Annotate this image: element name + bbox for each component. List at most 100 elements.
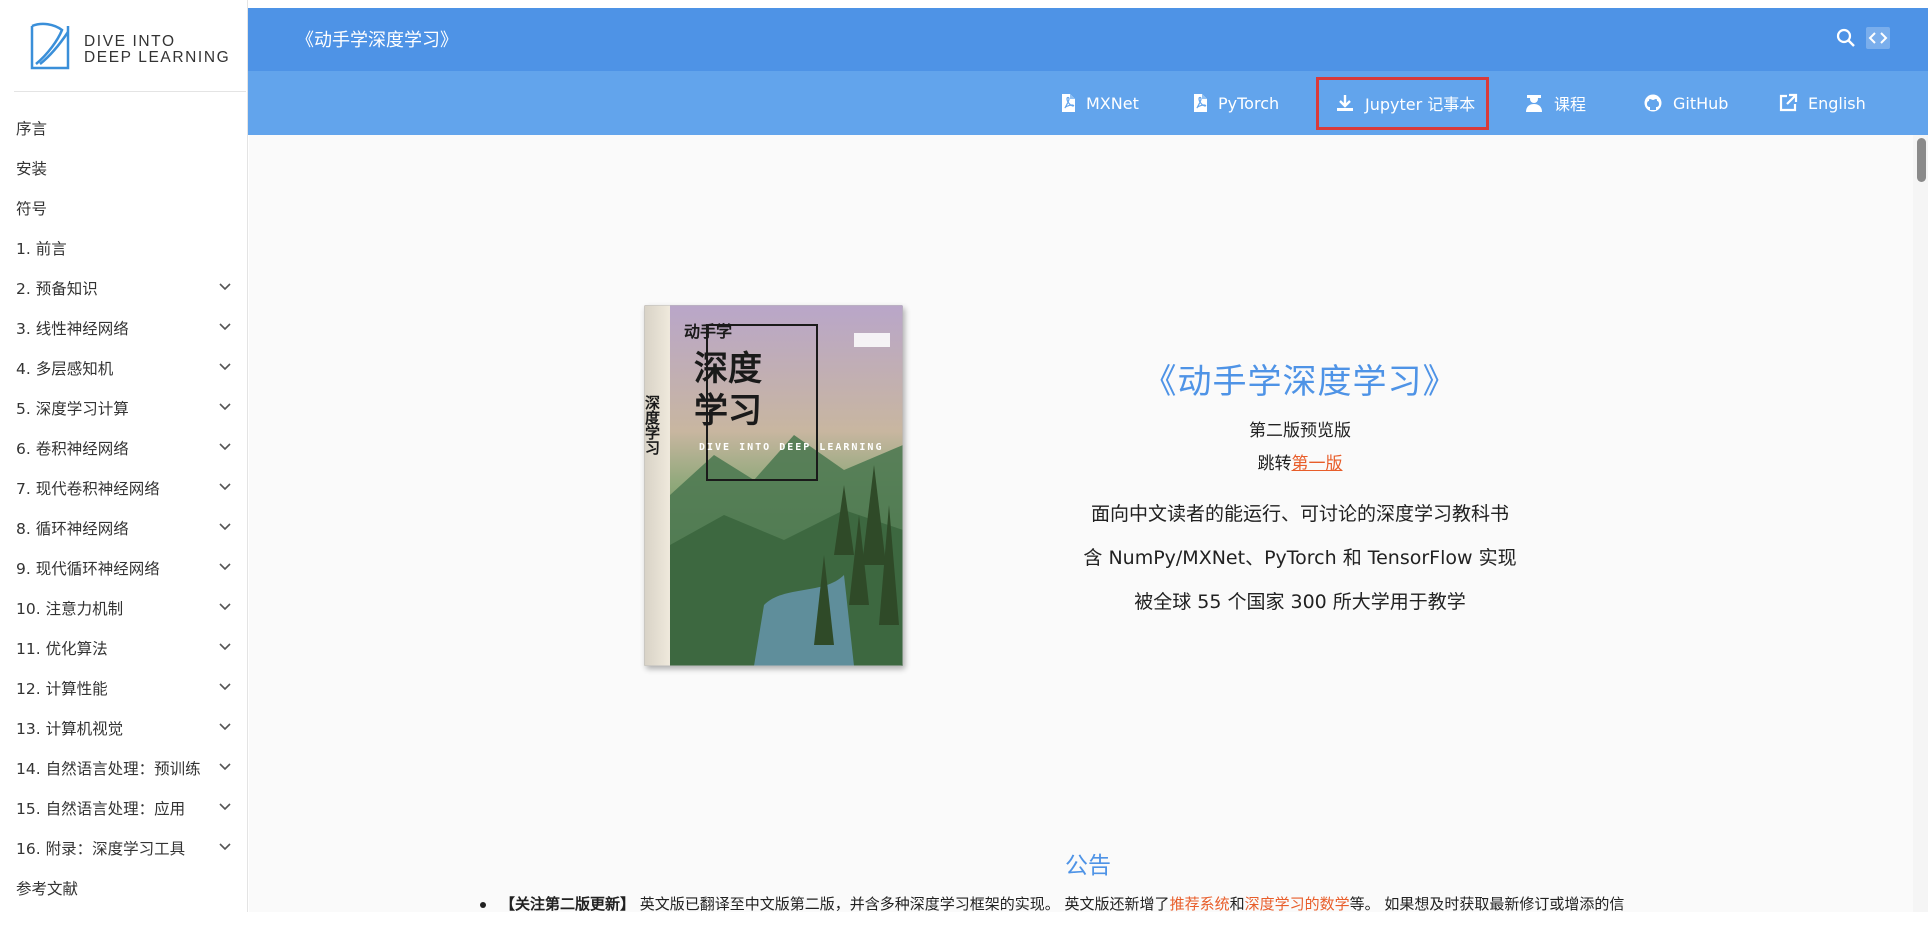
header-nav-label: Jupyter 记事本: [1365, 95, 1476, 114]
sidebar-item[interactable]: 6. 卷积神经网络: [0, 428, 248, 468]
sidebar-item-label: 6. 卷积神经网络: [16, 440, 129, 458]
hero-edition: 第二版预览版: [1249, 421, 1351, 441]
jump-prefix: 跳转: [1257, 454, 1292, 474]
code-toggle-icon[interactable]: [1866, 27, 1890, 49]
header-nav-item[interactable]: MXNet: [1060, 71, 1139, 135]
sidebar-item[interactable]: 2. 预备知识: [0, 268, 248, 308]
notice-text-2: 和: [1229, 895, 1245, 913]
bullet-icon: [480, 901, 486, 908]
sidebar-nav: 序言安装符号 1. 前言 2. 预备知识 3. 线性神经网络 4. 多层感知机 5. 深度…: [0, 108, 248, 908]
header-nav-item[interactable]: 课程: [1524, 71, 1586, 135]
sidebar-item-label: 14. 自然语言处理：预训练: [16, 760, 201, 778]
sidebar-item-label: 2. 预备知识: [16, 280, 98, 298]
sidebar-item-label: 序言: [16, 120, 48, 138]
cover-spine: 深度学习: [644, 394, 661, 456]
chevron-down-icon[interactable]: [218, 840, 232, 854]
sidebar-item-label: 11. 优化算法: [16, 640, 108, 658]
logo-line-1: DIVE INTO: [84, 33, 176, 50]
hero-title: 《动手学深度学习》: [1142, 362, 1458, 402]
book-logo-icon: [30, 22, 70, 70]
header-nav-label: PyTorch: [1218, 93, 1280, 113]
sidebar-item-label: 3. 线性神经网络: [16, 320, 129, 338]
notice-item: 【关注第二版更新】 英文版已翻译至中文版第二版，并含多种深度学习框架的实现。 英…: [480, 893, 1880, 914]
download-icon: [1335, 93, 1365, 113]
cover-title-line2: 学习: [694, 391, 762, 431]
hero-jump: 跳转第一版: [1000, 449, 1600, 474]
hero-adoption: 被全球 55 个国家 300 所大学用于教学: [1134, 591, 1466, 613]
chevron-down-icon[interactable]: [218, 640, 232, 654]
math-link[interactable]: 深度学习的数学: [1245, 895, 1350, 913]
header-nav: MXNet PyTorch Jupyter 记事本 课程 GitHub English: [248, 71, 1928, 135]
header-nav-label: MXNet: [1086, 93, 1139, 113]
sidebar-item-label: 7. 现代卷积神经网络: [16, 480, 160, 498]
sidebar-item[interactable]: 安装: [0, 148, 248, 188]
header-nav-item[interactable]: Jupyter 记事本: [1335, 71, 1475, 135]
book-cover-image: 动手学 深度 学习 深度学习 DIVE INTO DEEP LEARNING: [644, 305, 903, 666]
header-nav-item[interactable]: English: [1778, 71, 1866, 135]
sidebar-item[interactable]: 符号: [0, 188, 248, 228]
scrollbar-track[interactable]: [1913, 135, 1928, 912]
sidebar-item[interactable]: 序言: [0, 108, 248, 148]
hero-description: 面向中文读者的能运行、可讨论的深度学习教科书: [1090, 503, 1509, 525]
sidebar-item-label: 13. 计算机视觉: [16, 720, 124, 738]
cover-brand: 动手学: [684, 322, 732, 341]
chevron-down-icon[interactable]: [218, 680, 232, 694]
sidebar-item-label: 12. 计算性能: [16, 680, 108, 698]
sidebar-item[interactable]: 3. 线性神经网络: [0, 308, 248, 348]
header-nav-item[interactable]: PyTorch: [1192, 71, 1279, 135]
scrollbar-thumb[interactable]: [1917, 138, 1926, 182]
notice-text-1: 英文版已翻译至中文版第二版，并含多种深度学习框架的实现。 英文版还新增了: [635, 895, 1170, 913]
sidebar-item-label: 9. 现代循环神经网络: [16, 560, 160, 578]
sidebar-item[interactable]: 5. 深度学习计算: [0, 388, 248, 428]
teacher-icon: [1524, 93, 1554, 113]
chevron-down-icon[interactable]: [218, 320, 232, 334]
sidebar-item[interactable]: 11. 优化算法: [0, 628, 248, 668]
search-icon[interactable]: [1834, 26, 1858, 50]
hero-section: 《动手学深度学习》 第二版预览版 跳转第一版 面向中文读者的能运行、可讨论的深度…: [1000, 360, 1600, 624]
external-link-icon: [1778, 93, 1808, 113]
page-title[interactable]: 《动手学深度学习》: [296, 26, 458, 52]
sidebar-item[interactable]: 13. 计算机视觉: [0, 708, 248, 748]
book-cover-art: 动手学 深度 学习 深度学习 DIVE INTO DEEP LEARNING: [644, 305, 903, 666]
sidebar-item[interactable]: 8. 循环神经网络: [0, 508, 248, 548]
logo-line-2: DEEP LEARNING: [84, 49, 231, 66]
notice-title: 公告: [1065, 853, 1111, 879]
sidebar-item[interactable]: 16. 附录：深度学习工具: [0, 828, 248, 868]
sidebar-item-label: 16. 附录：深度学习工具: [16, 840, 186, 858]
header-nav-item[interactable]: GitHub: [1643, 71, 1728, 135]
chevron-down-icon[interactable]: [218, 360, 232, 374]
sidebar-item[interactable]: 15. 自然语言处理：应用: [0, 788, 248, 828]
pdf-icon: [1192, 93, 1218, 113]
sidebar-item[interactable]: 参考文献: [0, 868, 248, 908]
sidebar-item[interactable]: 1. 前言: [0, 228, 248, 268]
sidebar-item[interactable]: 10. 注意力机制: [0, 588, 248, 628]
sidebar-item[interactable]: 9. 现代循环神经网络: [0, 548, 248, 588]
header-nav-label: GitHub: [1673, 93, 1729, 113]
sidebar-item-label: 4. 多层感知机: [16, 360, 114, 378]
sidebar: DIVE INTO DEEP LEARNING 序言安装符号 1. 前言 2. 预备…: [0, 0, 248, 912]
logo[interactable]: DIVE INTO DEEP LEARNING: [14, 10, 246, 92]
chevron-down-icon[interactable]: [218, 600, 232, 614]
notice-text-3: 等。 如果想及时获取最新修订或增添的信: [1349, 895, 1625, 913]
cover-english: DIVE INTO DEEP LEARNING: [699, 442, 883, 453]
chevron-down-icon[interactable]: [218, 520, 232, 534]
sidebar-item-label: 符号: [16, 200, 48, 218]
recommender-link[interactable]: 推荐系统: [1170, 895, 1230, 913]
chevron-down-icon[interactable]: [218, 800, 232, 814]
sidebar-item-label: 1. 前言: [16, 240, 67, 258]
sidebar-item[interactable]: 14. 自然语言处理：预训练: [0, 748, 248, 788]
chevron-down-icon[interactable]: [218, 440, 232, 454]
first-edition-link[interactable]: 第一版: [1292, 454, 1343, 474]
sidebar-item[interactable]: 12. 计算性能: [0, 668, 248, 708]
hero-frameworks: 含 NumPy/MXNet、PyTorch 和 TensorFlow 实现: [1083, 547, 1517, 569]
notice-bold: 【关注第二版更新】: [500, 895, 636, 913]
chevron-down-icon[interactable]: [218, 280, 232, 294]
chevron-down-icon[interactable]: [218, 400, 232, 414]
chevron-down-icon[interactable]: [218, 760, 232, 774]
chevron-down-icon[interactable]: [218, 560, 232, 574]
sidebar-item[interactable]: 4. 多层感知机: [0, 348, 248, 388]
chevron-down-icon[interactable]: [218, 480, 232, 494]
sidebar-item-label: 10. 注意力机制: [16, 600, 124, 618]
chevron-down-icon[interactable]: [218, 720, 232, 734]
sidebar-item[interactable]: 7. 现代卷积神经网络: [0, 468, 248, 508]
